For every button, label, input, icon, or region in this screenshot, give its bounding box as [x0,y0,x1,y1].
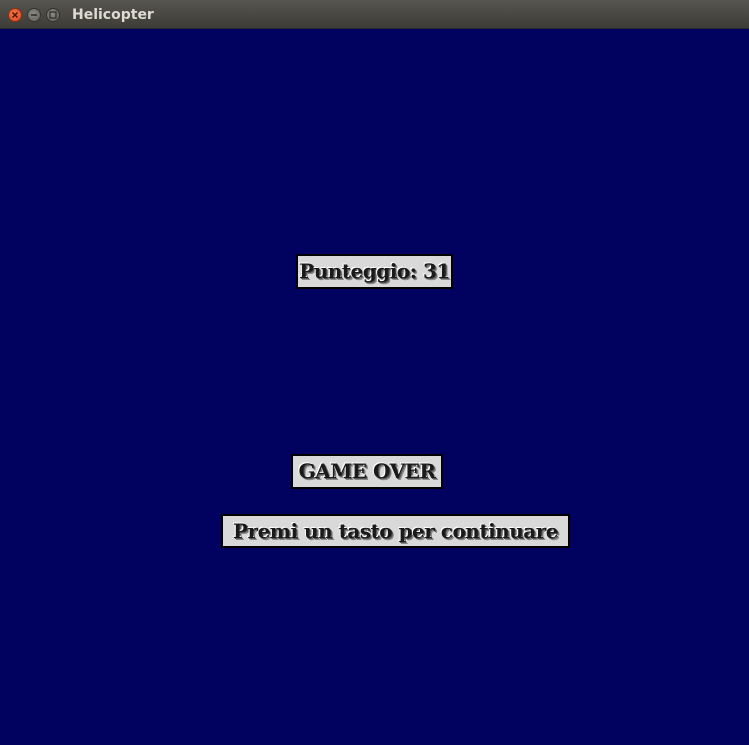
window-title: Helicopter [72,7,154,23]
minimize-button[interactable] [27,8,41,22]
maximize-icon [49,11,57,19]
continue-prompt: Premi un tasto per continuare [221,514,570,548]
title-bar[interactable]: Helicopter [0,0,749,29]
score-label: Punteggio: 31 [296,254,453,289]
close-button[interactable] [8,8,22,22]
minimize-icon [31,14,37,16]
maximize-button[interactable] [46,8,60,22]
game-canvas[interactable]: Punteggio: 31 GAME OVER Premi un tasto p… [0,29,749,745]
close-icon [11,11,19,19]
game-over-label: GAME OVER [291,454,443,489]
game-window: Helicopter Punteggio: 31 GAME OVER Premi… [0,0,749,745]
